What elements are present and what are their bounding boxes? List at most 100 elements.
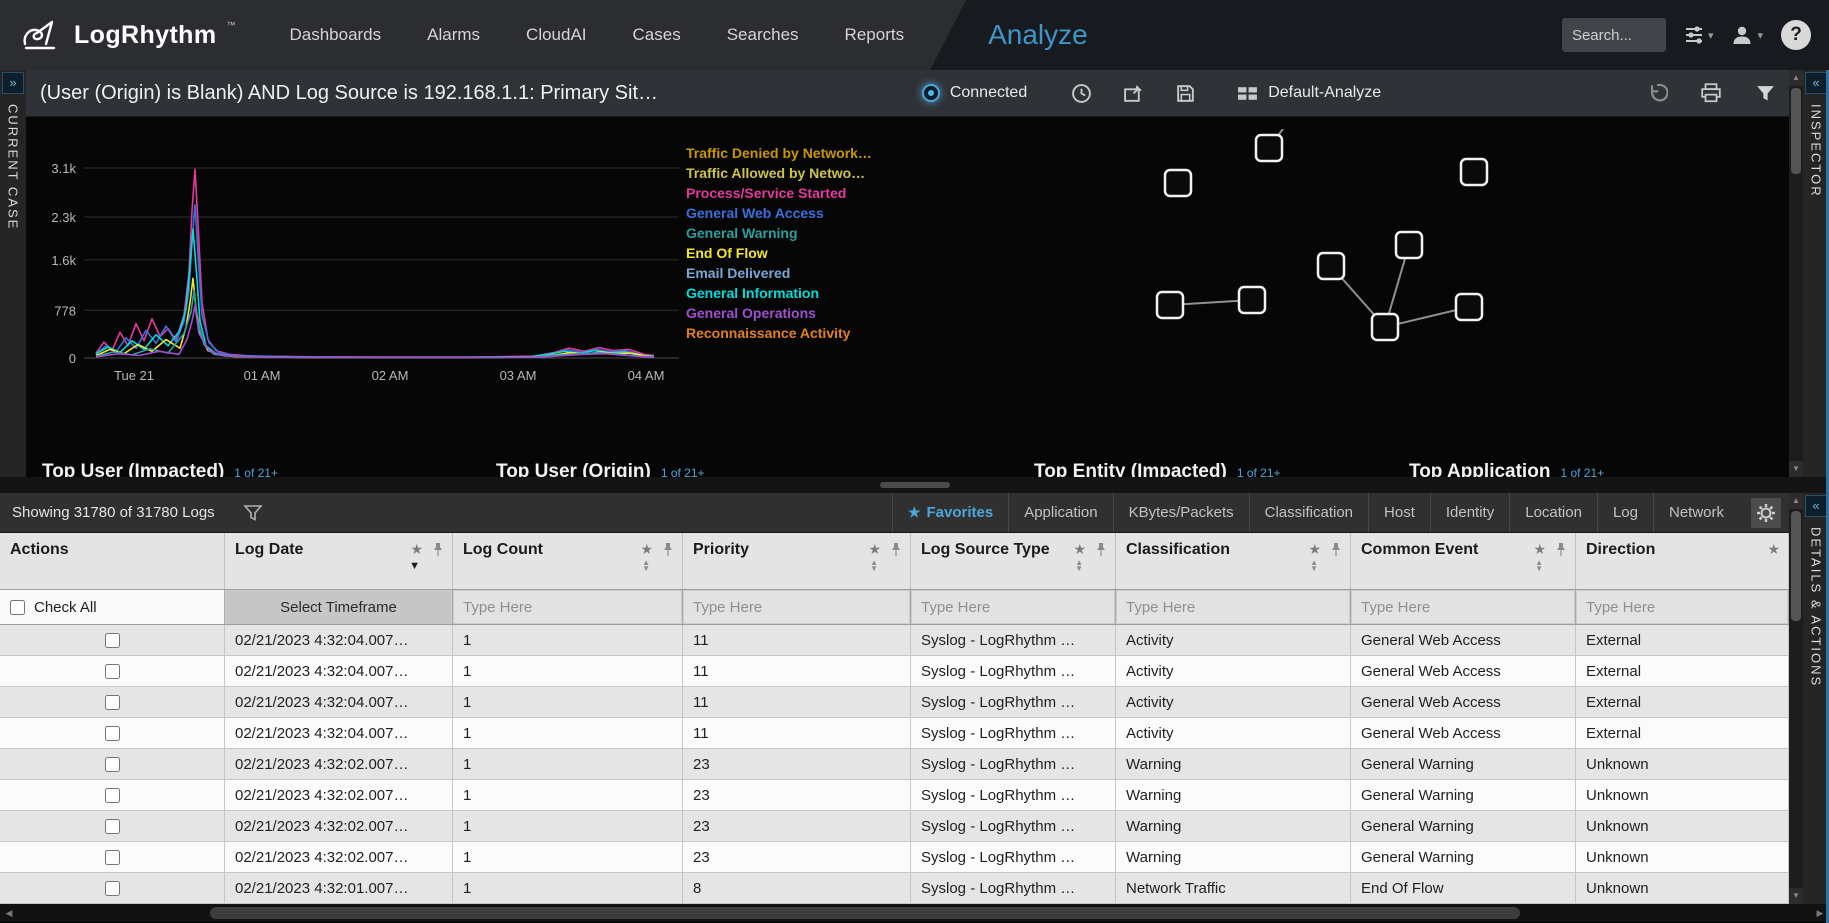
inspector-toggle-icon[interactable]: «	[1805, 72, 1827, 94]
row-checkbox[interactable]	[105, 633, 120, 648]
horizontal-splitter[interactable]	[0, 477, 1829, 493]
tab-location[interactable]: Location	[1509, 493, 1597, 532]
legend-item[interactable]: General Information	[686, 283, 872, 303]
logs-filter-button[interactable]	[243, 503, 263, 523]
graph-node[interactable]	[1372, 314, 1398, 340]
legend-item[interactable]: General Warning	[686, 223, 872, 243]
scroll-up-icon[interactable]: ▲	[1789, 70, 1803, 86]
time-range-button[interactable]	[1069, 81, 1093, 105]
graph-node[interactable]	[1461, 159, 1487, 185]
scroll-track[interactable]	[1789, 509, 1803, 888]
nav-item-alarms[interactable]: Alarms	[427, 25, 480, 45]
user-menu-button[interactable]: ▾	[1731, 25, 1763, 45]
column-header-log_date[interactable]: Log Date★▼	[225, 533, 453, 589]
star-icon[interactable]: ★	[1767, 541, 1780, 558]
search-input[interactable]	[1562, 18, 1666, 52]
star-icon[interactable]: ★	[1308, 541, 1321, 558]
inspector-panel[interactable]: « INSPECTOR	[1803, 70, 1829, 477]
nav-item-cases[interactable]: Cases	[633, 25, 681, 45]
column-header-direction[interactable]: Direction★	[1576, 533, 1789, 589]
filter-input-direction[interactable]: Type Here	[1577, 591, 1787, 623]
table-row[interactable]: 02/21/2023 4:32:04.007…111Syslog - LogRh…	[0, 718, 1789, 749]
scroll-handle[interactable]	[1791, 88, 1801, 174]
table-row[interactable]: 02/21/2023 4:32:04.007…111Syslog - LogRh…	[0, 656, 1789, 687]
scroll-up-icon[interactable]: ▲	[1789, 493, 1803, 509]
filter-input-common_event[interactable]: Type Here	[1352, 591, 1574, 623]
table-row[interactable]: 02/21/2023 4:32:02.007…123Syslog - LogRh…	[0, 780, 1789, 811]
filter-input-priority[interactable]: Type Here	[684, 591, 909, 623]
undo-button[interactable]	[1645, 81, 1669, 105]
pin-icon[interactable]	[1555, 542, 1567, 557]
graph-node[interactable]	[1318, 253, 1344, 279]
nav-item-analyze-active[interactable]: Analyze	[988, 19, 1088, 51]
filter-input-log_source_type[interactable]: Type Here	[912, 591, 1114, 623]
scroll-down-icon[interactable]: ▼	[1789, 888, 1803, 904]
pin-icon[interactable]	[662, 542, 674, 557]
tab-host[interactable]: Host	[1368, 493, 1430, 532]
tab-application[interactable]: Application	[1008, 493, 1112, 532]
star-icon[interactable]: ★	[410, 541, 423, 558]
tab-identity[interactable]: Identity	[1430, 493, 1509, 532]
nav-item-reports[interactable]: Reports	[845, 25, 905, 45]
table-row[interactable]: 02/21/2023 4:32:04.007…111Syslog - LogRh…	[0, 625, 1789, 656]
widget-pager[interactable]: 1 of 21+	[661, 466, 705, 477]
nav-item-searches[interactable]: Searches	[727, 25, 799, 45]
view-selector[interactable]: Default-Analyze	[1237, 84, 1381, 102]
row-checkbox[interactable]	[105, 850, 120, 865]
tab-classification[interactable]: Classification	[1249, 493, 1368, 532]
sort-desc-icon[interactable]: ▼	[235, 560, 444, 572]
legend-item[interactable]: Reconnaissance Activity	[686, 323, 872, 343]
graph-node[interactable]	[1157, 292, 1183, 318]
star-icon[interactable]: ★	[640, 541, 653, 558]
sort-toggle-icon[interactable]: ▲▼	[921, 560, 1107, 572]
column-header-classification[interactable]: Classification★▲▼	[1116, 533, 1351, 589]
print-button[interactable]	[1699, 81, 1723, 105]
table-row[interactable]: 02/21/2023 4:32:02.007…123Syslog - LogRh…	[0, 749, 1789, 780]
sort-toggle-icon[interactable]: ▲▼	[1126, 560, 1342, 572]
pin-icon[interactable]	[890, 542, 902, 557]
widget-pager[interactable]: 1 of 21+	[234, 466, 278, 477]
column-header-log_source_type[interactable]: Log Source Type★▲▼	[911, 533, 1116, 589]
row-checkbox[interactable]	[105, 881, 120, 896]
sort-toggle-icon[interactable]: ▲▼	[463, 560, 674, 572]
current-case-toggle-icon[interactable]: »	[2, 72, 24, 94]
nav-item-cloudai[interactable]: CloudAI	[526, 25, 586, 45]
graph-node[interactable]	[1456, 294, 1482, 320]
row-checkbox[interactable]	[105, 788, 120, 803]
sort-toggle-icon[interactable]: ▲▼	[1361, 560, 1567, 572]
scroll-right-icon[interactable]: ▶	[1811, 904, 1829, 922]
logs-scrollbar[interactable]: ▲ ▼	[1789, 493, 1803, 904]
current-case-panel[interactable]: » CURRENT CASE	[0, 70, 26, 477]
help-button[interactable]: ?	[1781, 20, 1811, 50]
row-checkbox[interactable]	[105, 726, 120, 741]
row-checkbox[interactable]	[105, 757, 120, 772]
scroll-handle[interactable]	[1791, 511, 1801, 621]
scroll-track[interactable]	[1789, 86, 1803, 461]
filter-settings-button[interactable]: ▾	[1684, 25, 1714, 45]
table-row[interactable]: 02/21/2023 4:32:01.007…18Syslog - LogRhy…	[0, 873, 1789, 904]
horizontal-scroll-handle[interactable]	[210, 907, 1520, 919]
horizontal-scrollbar[interactable]: ◀ ▶	[0, 904, 1829, 922]
check-all-checkbox[interactable]	[10, 600, 25, 615]
star-icon[interactable]: ★	[868, 541, 881, 558]
legend-item[interactable]: General Web Access	[686, 203, 872, 223]
pin-icon[interactable]	[1330, 542, 1342, 557]
pin-icon[interactable]	[432, 542, 444, 557]
details-actions-panel[interactable]: « DETAILS & ACTIONS	[1803, 493, 1829, 904]
star-icon[interactable]: ★	[1073, 541, 1086, 558]
brand[interactable]: LogRhythm ™	[0, 0, 235, 70]
star-icon[interactable]: ★	[1533, 541, 1546, 558]
legend-item[interactable]: General Operations	[686, 303, 872, 323]
column-header-priority[interactable]: Priority★▲▼	[683, 533, 911, 589]
table-row[interactable]: 02/21/2023 4:32:02.007…123Syslog - LogRh…	[0, 811, 1789, 842]
table-row[interactable]: 02/21/2023 4:32:04.007…111Syslog - LogRh…	[0, 687, 1789, 718]
grid-settings-button[interactable]	[1751, 498, 1781, 528]
filter-input-classification[interactable]: Type Here	[1117, 591, 1349, 623]
row-checkbox[interactable]	[105, 664, 120, 679]
filter-input-log_count[interactable]: Type Here	[454, 591, 681, 623]
row-checkbox[interactable]	[105, 695, 120, 710]
scroll-down-icon[interactable]: ▼	[1789, 461, 1803, 477]
pin-to-dashboard-button[interactable]	[1121, 81, 1145, 105]
legend-item[interactable]: Process/Service Started	[686, 183, 872, 203]
details-actions-toggle-icon[interactable]: «	[1805, 495, 1827, 517]
